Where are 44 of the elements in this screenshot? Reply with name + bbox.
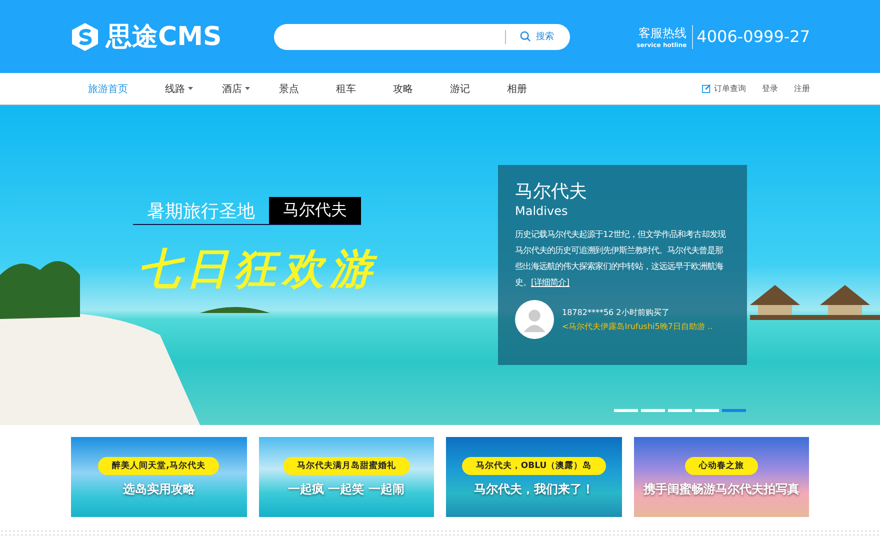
nav-item[interactable]: 景点: [279, 82, 336, 96]
slide-indicator[interactable]: [722, 409, 746, 412]
promo-badge: 心动春之旅: [684, 456, 758, 474]
slide-indicator[interactable]: [695, 409, 719, 412]
hotline-label: 客服热线: [638, 24, 687, 42]
nav-item[interactable]: 租车: [336, 82, 393, 96]
search-icon: [520, 31, 531, 42]
nav-item[interactable]: 酒店: [222, 82, 279, 96]
promo-badge: 马尔代夫，OBLU（澳露）岛: [462, 456, 606, 474]
promo-card[interactable]: 马尔代夫，OBLU（澳露）岛 马尔代夫，我们来了！: [446, 437, 622, 517]
avatar-icon: [515, 300, 554, 339]
promo-badge: 马尔代夫满月岛甜蜜婚礼: [282, 456, 410, 474]
banner-tagline: 暑期旅行圣地: [146, 200, 256, 222]
slide-indicator[interactable]: [641, 409, 665, 412]
purchase-text: 18782****56 2小时前购买了: [562, 307, 670, 318]
promo-card[interactable]: 醉美人间天堂,马尔代夫 选岛实用攻略: [71, 437, 246, 517]
panel-subtitle: Maldives: [515, 204, 569, 218]
promo-caption: 选岛实用攻略: [122, 480, 195, 498]
details-link[interactable]: [详细简介]: [531, 277, 570, 287]
slide-indicator[interactable]: [668, 409, 692, 412]
panel-title: 马尔代夫: [515, 180, 588, 203]
nav-link[interactable]: 订单查询: [702, 83, 746, 94]
slide-indicator[interactable]: [614, 409, 638, 412]
nav-item[interactable]: 线路: [165, 82, 222, 96]
promo-caption: 携手闺蜜畅游马尔代夫拍写真: [643, 480, 800, 498]
promo-caption: 一起疯 一起笑 一起闹: [288, 480, 404, 498]
nav-link[interactable]: 登录: [762, 83, 778, 94]
promo-caption: 马尔代夫，我们来了！: [474, 480, 594, 498]
promo-card[interactable]: 心动春之旅 携手闺蜜畅游马尔代夫拍写真: [634, 437, 809, 517]
search-field[interactable]: 搜索: [274, 24, 570, 50]
nav-item[interactable]: 游记: [450, 82, 507, 96]
search-button[interactable]: 搜索: [505, 30, 554, 44]
promo-card[interactable]: 马尔代夫满月岛甜蜜婚礼 一起疯 一起笑 一起闹: [258, 437, 434, 517]
panel-description: 历史记载马尔代夫起源于12世纪，但文学作品和考古却发现马尔代夫的历史可追溯到先伊斯兰教时代。马尔代夫曾是那些出海远航的伟大探索家们的中转站，这远远早于欧洲航海史。[详细简介]: [515, 228, 727, 289]
nav-item[interactable]: 相册: [507, 82, 564, 96]
banner-tag: 马尔代夫: [269, 197, 361, 224]
banner-headline: 七日狂欢游: [138, 243, 378, 295]
edit-icon: [702, 84, 711, 93]
logo-icon: [70, 22, 100, 52]
hotline-number: 4006-0999-27: [696, 27, 810, 46]
nav-link[interactable]: 注册: [794, 83, 810, 94]
logo-text: 思途CMS: [106, 21, 222, 54]
promo-badge: 醉美人间天堂,马尔代夫: [98, 456, 220, 474]
nav-item[interactable]: 攻略: [393, 82, 450, 96]
